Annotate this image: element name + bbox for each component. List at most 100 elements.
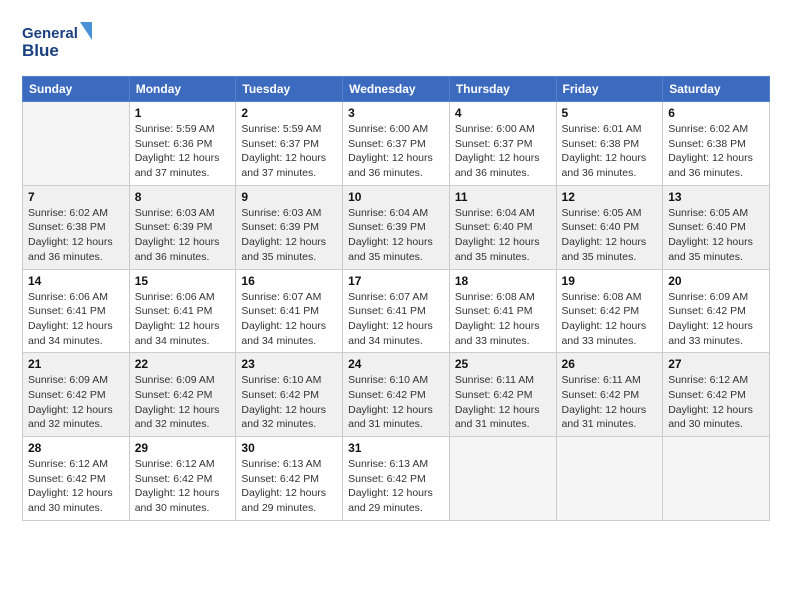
calendar-day-cell: 6 Sunrise: 6:02 AMSunset: 6:38 PMDaylight… <box>663 102 770 186</box>
day-info: Sunrise: 6:03 AMSunset: 6:39 PMDaylight:… <box>241 206 337 265</box>
day-number: 16 <box>241 274 337 288</box>
day-info: Sunrise: 6:04 AMSunset: 6:39 PMDaylight:… <box>348 206 444 265</box>
page: General Blue SundayMondayTuesdayWednesda… <box>0 0 792 612</box>
day-info: Sunrise: 6:03 AMSunset: 6:39 PMDaylight:… <box>135 206 231 265</box>
logo-svg: General Blue <box>22 18 92 66</box>
calendar-week-row: 1 Sunrise: 5:59 AMSunset: 6:36 PMDaylight… <box>23 102 770 186</box>
header: General Blue <box>22 18 770 66</box>
day-number: 30 <box>241 441 337 455</box>
day-info: Sunrise: 6:05 AMSunset: 6:40 PMDaylight:… <box>562 206 658 265</box>
calendar-day-cell: 17Sunrise: 6:07 AMSunset: 6:41 PMDayligh… <box>343 269 450 353</box>
day-info: Sunrise: 6:01 AMSunset: 6:38 PMDaylight:… <box>562 122 658 181</box>
day-info: Sunrise: 6:12 AMSunset: 6:42 PMDaylight:… <box>668 373 764 432</box>
day-number: 10 <box>348 190 444 204</box>
day-number: 2 <box>241 106 337 120</box>
calendar-header-tuesday: Tuesday <box>236 77 343 102</box>
calendar-day-cell: 30 Sunrise: 6:13 AMSunset: 6:42 PMDayligh… <box>236 437 343 521</box>
calendar-week-row: 28 Sunrise: 6:12 AMSunset: 6:42 PMDayligh… <box>23 437 770 521</box>
calendar-day-cell: 15Sunrise: 6:06 AMSunset: 6:41 PMDayligh… <box>129 269 236 353</box>
calendar-header-thursday: Thursday <box>449 77 556 102</box>
calendar-header-friday: Friday <box>556 77 663 102</box>
day-number: 15 <box>135 274 231 288</box>
calendar-day-cell <box>449 437 556 521</box>
day-info: Sunrise: 6:07 AMSunset: 6:41 PMDaylight:… <box>348 290 444 349</box>
calendar-day-cell: 24 Sunrise: 6:10 AMSunset: 6:42 PMDayligh… <box>343 353 450 437</box>
day-info: Sunrise: 6:00 AMSunset: 6:37 PMDaylight:… <box>455 122 551 181</box>
calendar-day-cell: 18 Sunrise: 6:08 AMSunset: 6:41 PMDayligh… <box>449 269 556 353</box>
day-info: Sunrise: 6:00 AMSunset: 6:37 PMDaylight:… <box>348 122 444 181</box>
day-number: 28 <box>28 441 124 455</box>
day-number: 8 <box>135 190 231 204</box>
calendar-header-row: SundayMondayTuesdayWednesdayThursdayFrid… <box>23 77 770 102</box>
day-number: 13 <box>668 190 764 204</box>
day-number: 12 <box>562 190 658 204</box>
calendar-day-cell <box>556 437 663 521</box>
calendar-day-cell: 29 Sunrise: 6:12 AMSunset: 6:42 PMDayligh… <box>129 437 236 521</box>
day-number: 7 <box>28 190 124 204</box>
day-number: 5 <box>562 106 658 120</box>
calendar-day-cell <box>23 102 130 186</box>
calendar-day-cell: 26Sunrise: 6:11 AMSunset: 6:42 PMDayligh… <box>556 353 663 437</box>
calendar-day-cell: 4 Sunrise: 6:00 AMSunset: 6:37 PMDaylight… <box>449 102 556 186</box>
day-number: 6 <box>668 106 764 120</box>
day-number: 9 <box>241 190 337 204</box>
day-info: Sunrise: 6:11 AMSunset: 6:42 PMDaylight:… <box>455 373 551 432</box>
day-info: Sunrise: 6:02 AMSunset: 6:38 PMDaylight:… <box>28 206 124 265</box>
calendar-day-cell: 23 Sunrise: 6:10 AMSunset: 6:42 PMDayligh… <box>236 353 343 437</box>
day-info: Sunrise: 6:08 AMSunset: 6:42 PMDaylight:… <box>562 290 658 349</box>
calendar-day-cell: 2 Sunrise: 5:59 AMSunset: 6:37 PMDaylight… <box>236 102 343 186</box>
calendar-header-wednesday: Wednesday <box>343 77 450 102</box>
calendar-day-cell: 13 Sunrise: 6:05 AMSunset: 6:40 PMDayligh… <box>663 185 770 269</box>
day-info: Sunrise: 6:05 AMSunset: 6:40 PMDaylight:… <box>668 206 764 265</box>
day-number: 14 <box>28 274 124 288</box>
day-number: 20 <box>668 274 764 288</box>
calendar-week-row: 14Sunrise: 6:06 AMSunset: 6:41 PMDayligh… <box>23 269 770 353</box>
day-number: 31 <box>348 441 444 455</box>
day-info: Sunrise: 6:11 AMSunset: 6:42 PMDaylight:… <box>562 373 658 432</box>
day-info: Sunrise: 6:12 AMSunset: 6:42 PMDaylight:… <box>28 457 124 516</box>
day-info: Sunrise: 6:02 AMSunset: 6:38 PMDaylight:… <box>668 122 764 181</box>
calendar-day-cell: 1 Sunrise: 5:59 AMSunset: 6:36 PMDaylight… <box>129 102 236 186</box>
day-number: 4 <box>455 106 551 120</box>
day-number: 19 <box>562 274 658 288</box>
day-number: 25 <box>455 357 551 371</box>
calendar-day-cell: 3Sunrise: 6:00 AMSunset: 6:37 PMDaylight… <box>343 102 450 186</box>
day-info: Sunrise: 6:09 AMSunset: 6:42 PMDaylight:… <box>28 373 124 432</box>
day-number: 22 <box>135 357 231 371</box>
calendar-day-cell: 16Sunrise: 6:07 AMSunset: 6:41 PMDayligh… <box>236 269 343 353</box>
day-info: Sunrise: 6:13 AMSunset: 6:42 PMDaylight:… <box>241 457 337 516</box>
day-info: Sunrise: 5:59 AMSunset: 6:37 PMDaylight:… <box>241 122 337 181</box>
day-info: Sunrise: 6:12 AMSunset: 6:42 PMDaylight:… <box>135 457 231 516</box>
day-info: Sunrise: 6:09 AMSunset: 6:42 PMDaylight:… <box>135 373 231 432</box>
day-info: Sunrise: 6:09 AMSunset: 6:42 PMDaylight:… <box>668 290 764 349</box>
svg-text:Blue: Blue <box>22 41 59 60</box>
day-number: 29 <box>135 441 231 455</box>
calendar-week-row: 7 Sunrise: 6:02 AMSunset: 6:38 PMDaylight… <box>23 185 770 269</box>
day-number: 1 <box>135 106 231 120</box>
calendar-day-cell <box>663 437 770 521</box>
calendar-table: SundayMondayTuesdayWednesdayThursdayFrid… <box>22 76 770 521</box>
logo: General Blue <box>22 18 92 66</box>
day-number: 21 <box>28 357 124 371</box>
calendar-day-cell: 21 Sunrise: 6:09 AMSunset: 6:42 PMDayligh… <box>23 353 130 437</box>
calendar-day-cell: 7 Sunrise: 6:02 AMSunset: 6:38 PMDaylight… <box>23 185 130 269</box>
day-info: Sunrise: 6:10 AMSunset: 6:42 PMDaylight:… <box>348 373 444 432</box>
day-info: Sunrise: 6:08 AMSunset: 6:41 PMDaylight:… <box>455 290 551 349</box>
day-number: 18 <box>455 274 551 288</box>
calendar-day-cell: 8 Sunrise: 6:03 AMSunset: 6:39 PMDaylight… <box>129 185 236 269</box>
calendar-week-row: 21 Sunrise: 6:09 AMSunset: 6:42 PMDayligh… <box>23 353 770 437</box>
day-number: 24 <box>348 357 444 371</box>
calendar-header-sunday: Sunday <box>23 77 130 102</box>
calendar-day-cell: 10 Sunrise: 6:04 AMSunset: 6:39 PMDayligh… <box>343 185 450 269</box>
calendar-day-cell: 12 Sunrise: 6:05 AMSunset: 6:40 PMDayligh… <box>556 185 663 269</box>
calendar-header-monday: Monday <box>129 77 236 102</box>
calendar-day-cell: 9 Sunrise: 6:03 AMSunset: 6:39 PMDaylight… <box>236 185 343 269</box>
calendar-day-cell: 28 Sunrise: 6:12 AMSunset: 6:42 PMDayligh… <box>23 437 130 521</box>
day-info: Sunrise: 6:13 AMSunset: 6:42 PMDaylight:… <box>348 457 444 516</box>
calendar-header-saturday: Saturday <box>663 77 770 102</box>
day-number: 23 <box>241 357 337 371</box>
day-info: Sunrise: 6:10 AMSunset: 6:42 PMDaylight:… <box>241 373 337 432</box>
day-number: 11 <box>455 190 551 204</box>
day-info: Sunrise: 5:59 AMSunset: 6:36 PMDaylight:… <box>135 122 231 181</box>
day-info: Sunrise: 6:04 AMSunset: 6:40 PMDaylight:… <box>455 206 551 265</box>
